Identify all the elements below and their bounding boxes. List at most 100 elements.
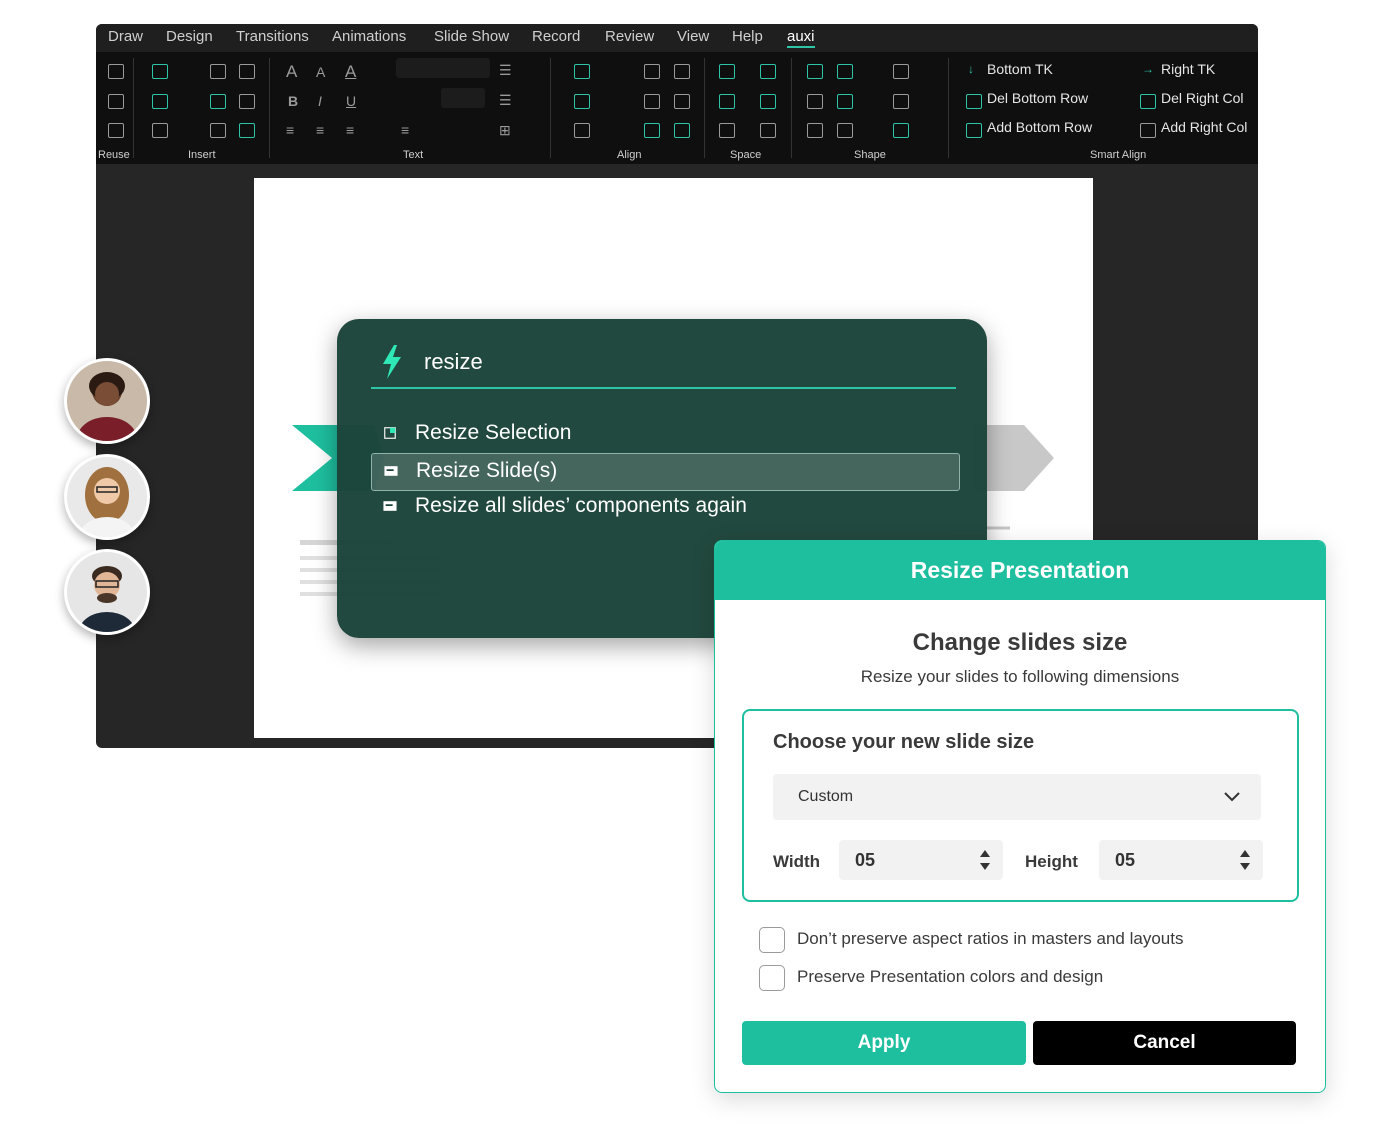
sequence-icon[interactable] xyxy=(574,94,590,109)
menu-record[interactable]: Record xyxy=(532,28,580,45)
apply-button[interactable]: Apply xyxy=(742,1021,1026,1065)
space-vertical-icon[interactable] xyxy=(760,64,776,79)
cancel-button[interactable]: Cancel xyxy=(1033,1021,1296,1065)
same-size-icon[interactable] xyxy=(807,94,823,109)
width-input[interactable]: 05 xyxy=(839,840,1003,880)
align-middle-icon[interactable] xyxy=(644,123,660,138)
group-space-label: Space xyxy=(730,149,762,161)
image-icon[interactable] xyxy=(210,123,226,138)
aspect-ratio-checkbox[interactable] xyxy=(759,927,785,953)
stepper-icon[interactable] xyxy=(1239,848,1251,872)
slide-size-select[interactable]: Custom xyxy=(773,774,1261,820)
chart-step-icon[interactable] xyxy=(893,123,909,138)
menu-review[interactable]: Review xyxy=(605,28,654,45)
height-input[interactable]: 05 xyxy=(1099,840,1263,880)
result-item-resize-selection[interactable]: Resize Selection xyxy=(371,416,958,452)
group-shapes-icon[interactable] xyxy=(893,64,909,79)
right-tk-button[interactable]: Right TK xyxy=(1161,61,1215,77)
italic-icon[interactable]: I xyxy=(318,93,322,109)
del-bottom-row-button[interactable]: Del Bottom Row xyxy=(987,90,1088,106)
align-left-edge-icon[interactable] xyxy=(644,64,660,79)
arrange-icon[interactable] xyxy=(837,94,853,109)
menu-design[interactable]: Design xyxy=(166,28,213,45)
arrow-down-icon: ↓ xyxy=(968,62,974,76)
result-item-resize-slides[interactable]: Resize Slide(s) xyxy=(371,453,960,491)
table-insert-icon[interactable] xyxy=(152,123,168,138)
arrow-right-icon: → xyxy=(1142,62,1154,76)
slide-size-label: Choose your new slide size xyxy=(773,731,1035,753)
layer-icon[interactable] xyxy=(893,94,909,109)
menu-view[interactable]: View xyxy=(677,28,709,45)
numbering-icon[interactable]: ☰ xyxy=(499,92,512,109)
divider xyxy=(704,58,705,158)
add-bottom-row-button[interactable]: Add Bottom Row xyxy=(987,119,1092,135)
align-center-icon[interactable] xyxy=(674,123,690,138)
aspect-ratio-label: Don’t preserve aspect ratios in masters … xyxy=(797,929,1184,948)
align-top-icon[interactable] xyxy=(674,94,690,109)
font-color-icon[interactable]: A xyxy=(345,62,356,82)
columns-icon[interactable]: ⊞ xyxy=(499,122,511,139)
grid-icon[interactable] xyxy=(210,94,226,109)
bookmark-icon[interactable] xyxy=(108,64,124,79)
align-right-icon[interactable]: ≡ xyxy=(346,122,354,138)
result-label: Resize all slides’ components again xyxy=(415,494,747,517)
lightning-icon xyxy=(383,345,401,379)
group-shape-label: Shape xyxy=(854,149,886,161)
font-size-dropdown[interactable] xyxy=(441,88,485,108)
search-query[interactable]: resize xyxy=(424,349,483,375)
stepper-icon[interactable] xyxy=(979,848,991,872)
dialog-subtitle: Resize your slides to following dimensio… xyxy=(860,667,1180,686)
space-remove-icon[interactable] xyxy=(719,123,735,138)
align-center-icon[interactable]: ≡ xyxy=(316,122,324,138)
bold-icon[interactable]: B xyxy=(288,93,298,109)
del-right-col-button[interactable]: Del Right Col xyxy=(1161,90,1243,106)
font-grow-icon[interactable]: A xyxy=(286,62,297,82)
align-left-icon[interactable]: ≡ xyxy=(286,122,294,138)
chevron-down-icon xyxy=(1224,792,1240,802)
result-item-resize-all[interactable]: Resize all slides’ components again xyxy=(371,489,958,525)
group-smart-align-label: Smart Align xyxy=(1090,149,1147,161)
swap-icon[interactable] xyxy=(807,123,823,138)
bottom-tk-button[interactable]: Bottom TK xyxy=(987,61,1053,77)
preserve-colors-checkbox[interactable] xyxy=(759,965,785,991)
del-col-icon xyxy=(1140,94,1156,109)
rotate-icon[interactable] xyxy=(837,64,853,79)
download-icon[interactable] xyxy=(239,123,255,138)
justify-icon[interactable]: ≡ xyxy=(401,122,409,138)
underline-icon[interactable]: U xyxy=(346,93,356,109)
resize-icon[interactable] xyxy=(807,64,823,79)
width-label: Width xyxy=(773,852,821,871)
crop-icon[interactable] xyxy=(837,123,853,138)
bullets-icon[interactable]: ☰ xyxy=(499,62,512,79)
table-icon[interactable] xyxy=(239,64,255,79)
menu-auxi[interactable]: auxi xyxy=(787,28,815,48)
bookmark-green-icon[interactable] xyxy=(239,94,255,109)
space-distribute-icon[interactable] xyxy=(719,94,735,109)
chart-icon[interactable] xyxy=(210,64,226,79)
divider xyxy=(133,58,134,158)
menu-animations[interactable]: Animations xyxy=(332,28,406,45)
height-label: Height xyxy=(1025,852,1078,871)
shapes-icon[interactable] xyxy=(152,64,168,79)
result-label: Resize Selection xyxy=(415,421,572,444)
select-icon[interactable] xyxy=(574,64,590,79)
menu-draw[interactable]: Draw xyxy=(108,28,143,45)
upload-icon[interactable] xyxy=(108,94,124,109)
space-vertical-distribute-icon[interactable] xyxy=(760,94,776,109)
space-vertical-remove-icon[interactable] xyxy=(760,123,776,138)
width-value: 05 xyxy=(855,850,876,870)
connector-icon[interactable] xyxy=(152,94,168,109)
menu-transitions[interactable]: Transitions xyxy=(236,28,309,45)
align-right-edge-icon[interactable] xyxy=(674,64,690,79)
space-horizontal-icon[interactable] xyxy=(719,64,735,79)
group-align-label: Align xyxy=(617,149,642,161)
divider xyxy=(550,58,551,158)
lock-icon[interactable] xyxy=(108,123,124,138)
menu-slide-show[interactable]: Slide Show xyxy=(434,28,509,45)
menu-help[interactable]: Help xyxy=(732,28,763,45)
add-right-col-button[interactable]: Add Right Col xyxy=(1161,119,1247,135)
tag-icon[interactable] xyxy=(574,123,590,138)
align-bottom-icon[interactable] xyxy=(644,94,660,109)
font-family-dropdown[interactable] xyxy=(396,58,490,78)
font-shrink-icon[interactable]: A xyxy=(316,64,325,80)
